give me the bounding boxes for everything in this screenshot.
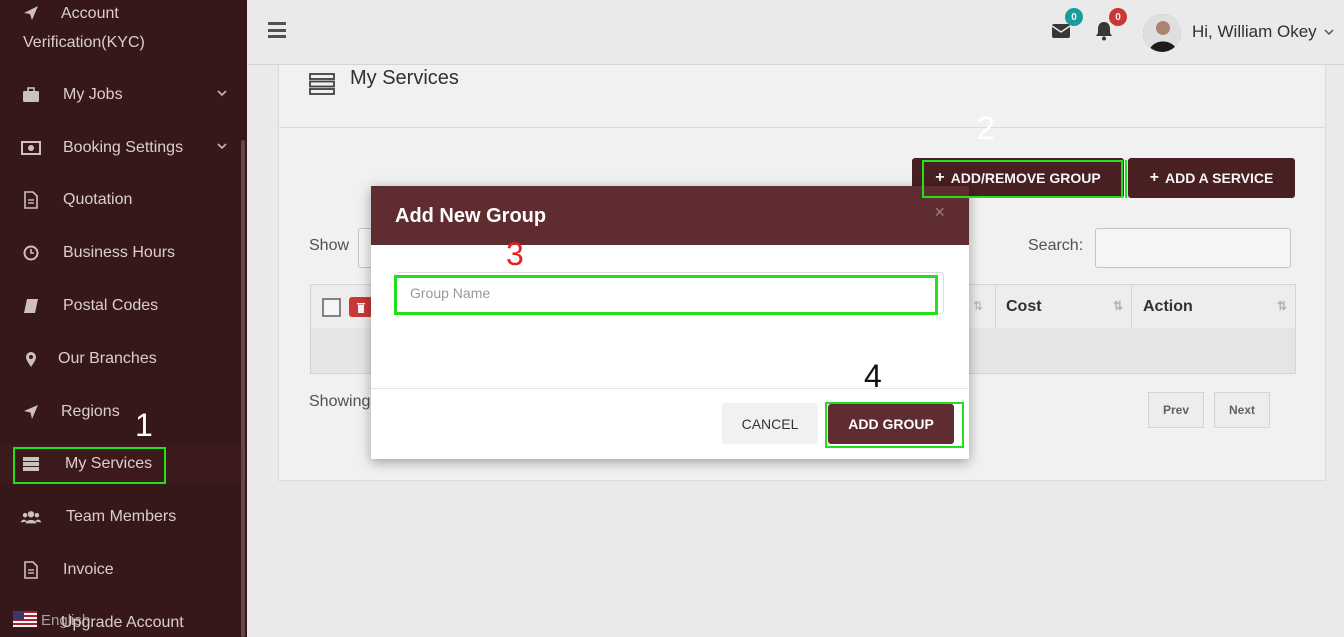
cancel-label: CANCEL [741,415,799,432]
annotation-number-4: 4 [864,358,882,394]
annotation-number-2: 2 [977,110,995,146]
highlight-group-name-input [394,275,938,315]
highlight-add-group-button [825,402,964,448]
highlight-my-services [13,447,166,484]
close-icon[interactable]: × [934,202,945,223]
highlight-add-remove-group [922,160,1123,198]
modal-title: Add New Group [395,205,547,227]
cancel-button[interactable]: CANCEL [722,403,818,444]
highlight-add-service [1125,160,1127,198]
modal-header: Add New Group × [371,186,969,245]
annotation-number-1: 1 [135,407,153,443]
annotation-number-3: 3 [506,236,524,272]
